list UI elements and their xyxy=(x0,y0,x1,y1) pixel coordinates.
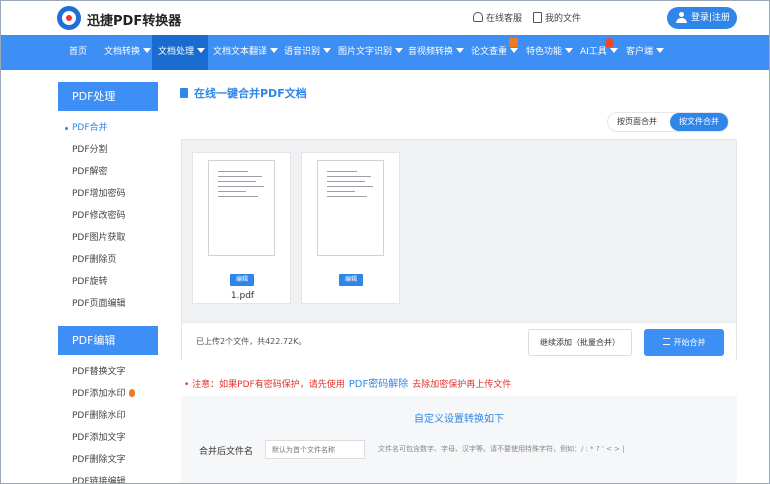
customer-service-label: 在线客服 xyxy=(486,14,523,24)
user-icon xyxy=(676,12,687,23)
login-register-label: 登录|注册 xyxy=(691,13,731,23)
nav-label: AI工具 xyxy=(580,47,607,57)
brand-name[interactable]: 迅捷PDF转换器 xyxy=(87,10,181,29)
nav-item-translate[interactable]: 文档文本翻译 xyxy=(208,35,279,70)
upload-action-bar: 已上传2个文件，共422.72K。 继续添加（批量合并） 开始合并 xyxy=(182,322,736,360)
sidebar-item-pdf-add-watermark[interactable]: PDF添加水印 xyxy=(58,383,158,405)
filename-input[interactable] xyxy=(265,440,365,459)
nav-item-doc-convert[interactable]: 文档转换 xyxy=(98,35,152,70)
nav-label: 论文查重 xyxy=(471,47,508,57)
customer-service-link[interactable]: 在线客服 xyxy=(473,11,522,24)
nav-item-features[interactable]: 特色功能 xyxy=(521,35,577,70)
settings-panel: 自定义设置转换如下 合并后文件名 文件名可包含数字、字母、汉字等。请不要使用特殊… xyxy=(181,396,737,483)
pdf-thumbnail xyxy=(317,160,384,256)
nav-label: 图片文字识别 xyxy=(338,47,393,57)
sidebar-item-pdf-add-text[interactable]: PDF添加文字 xyxy=(58,427,158,449)
pdf-decrypt-link[interactable]: PDF密码解除 xyxy=(349,379,408,390)
file-name: 1.pdf xyxy=(230,291,255,301)
sidebar-item-pdf-page-edit[interactable]: PDF页面编辑 xyxy=(58,293,158,315)
file-card[interactable]: 编辑 xyxy=(301,152,400,304)
notice-prefix: • 注意：如果PDF有密码保护，请先使用 xyxy=(184,380,345,390)
nav-label: 首页 xyxy=(69,47,88,57)
sidebar-item-pdf-delete-text[interactable]: PDF删除文字 xyxy=(58,449,158,471)
nav-item-speech[interactable]: 语音识别 xyxy=(278,35,333,70)
sidebar: PDF处理 PDF合并 PDF分割 PDF解密 PDF增加密码 PDF修改密码 … xyxy=(58,82,158,483)
password-notice: • 注意：如果PDF有密码保护，请先使用 PDF密码解除 去除加密保护再上传文件 xyxy=(184,375,511,390)
fire-icon xyxy=(128,389,135,397)
merge-by-page-option[interactable]: 按页面合并 xyxy=(617,113,665,131)
nav-label: 客户端 xyxy=(626,47,654,57)
upload-area[interactable]: 编辑 1.pdf 编辑 已上传2个文件，共422.72K。 继续添加（批量合并）… xyxy=(181,139,737,360)
sidebar-item-pdf-decrypt[interactable]: PDF解密 xyxy=(58,161,158,183)
chevron-down-icon xyxy=(456,48,465,53)
login-register-button[interactable]: 登录|注册 xyxy=(667,7,737,29)
document-icon xyxy=(180,88,188,98)
my-files-label: 我的文件 xyxy=(545,14,582,24)
main-nav: 首页 文档转换 文档处理 文档文本翻译 语音识别 图片文字识别 音视频转换 论文… xyxy=(1,35,769,70)
chevron-down-icon xyxy=(656,48,665,53)
nav-item-ai-tools[interactable]: AI工具 xyxy=(577,35,622,70)
nav-item-doc-process[interactable]: 文档处理 xyxy=(152,35,208,70)
sidebar-item-pdf-delete-pages[interactable]: PDF删除页 xyxy=(58,249,158,271)
sidebar-item-pdf-link-edit[interactable]: PDF链接编辑 xyxy=(58,471,158,483)
nav-label: 特色功能 xyxy=(526,47,563,57)
nav-label: 文档文本翻译 xyxy=(213,47,268,57)
settings-title: 自定义设置转换如下 xyxy=(414,414,504,425)
chevron-down-icon xyxy=(565,48,574,53)
sidebar-section-title: PDF编辑 xyxy=(58,326,158,355)
upload-status: 已上传2个文件，共422.72K。 xyxy=(196,337,307,346)
notice-suffix: 去除加密保护再上传文件 xyxy=(412,380,512,390)
pdf-thumbnail xyxy=(208,160,275,256)
sidebar-item-pdf-change-password[interactable]: PDF修改密码 xyxy=(58,205,158,227)
document-icon xyxy=(533,12,542,23)
sidebar-item-pdf-split[interactable]: PDF分割 xyxy=(58,139,158,161)
nav-item-ocr[interactable]: 图片文字识别 xyxy=(333,35,404,70)
sidebar-item-label: PDF添加水印 xyxy=(72,389,126,399)
nav-label: 文档转换 xyxy=(104,47,141,57)
page-title: 在线一键合并PDF文档 xyxy=(180,85,307,101)
chevron-down-icon xyxy=(510,48,519,53)
start-merge-label: 开始合并 xyxy=(673,338,706,347)
headset-icon xyxy=(473,12,483,22)
chevron-down-icon xyxy=(609,48,618,53)
sidebar-item-pdf-remove-watermark[interactable]: PDF删除水印 xyxy=(58,405,158,427)
merge-mode-toggle: 按页面合并 按文件合并 xyxy=(607,112,729,132)
sidebar-item-pdf-extract-images[interactable]: PDF图片获取 xyxy=(58,227,158,249)
nav-label: 语音识别 xyxy=(284,47,321,57)
edit-button[interactable]: 编辑 xyxy=(230,274,254,286)
file-card[interactable]: 编辑 1.pdf xyxy=(192,152,291,304)
my-files-link[interactable]: 我的文件 xyxy=(533,11,581,24)
nav-item-media[interactable]: 音视频转换 xyxy=(403,35,466,70)
continue-add-button[interactable]: 继续添加（批量合并） xyxy=(528,329,632,356)
swap-icon xyxy=(662,338,670,345)
chevron-down-icon xyxy=(395,48,404,53)
sidebar-item-pdf-replace-text[interactable]: PDF替换文字 xyxy=(58,361,158,383)
page-title-text: 在线一键合并PDF文档 xyxy=(194,87,307,100)
nav-item-client[interactable]: 客户端 xyxy=(622,35,672,70)
nav-label: 文档处理 xyxy=(158,47,195,57)
sidebar-section-title: PDF处理 xyxy=(58,82,158,111)
filename-label: 合并后文件名 xyxy=(199,447,254,457)
app-window: 迅捷PDF转换器 在线客服 我的文件 登录|注册 首页 文档转换 文档处理 文档… xyxy=(0,0,770,484)
merge-by-file-option[interactable]: 按文件合并 xyxy=(670,113,728,131)
top-header: 迅捷PDF转换器 在线客服 我的文件 登录|注册 xyxy=(1,1,769,35)
logo-icon[interactable] xyxy=(57,6,81,30)
chevron-down-icon xyxy=(323,48,332,53)
sidebar-item-pdf-add-password[interactable]: PDF增加密码 xyxy=(58,183,158,205)
new-badge-icon xyxy=(509,38,518,47)
chevron-down-icon xyxy=(197,48,206,53)
chevron-down-icon xyxy=(143,48,152,53)
edit-button[interactable]: 编辑 xyxy=(339,274,363,286)
hot-badge-icon xyxy=(605,38,614,48)
sidebar-item-pdf-rotate[interactable]: PDF旋转 xyxy=(58,271,158,293)
chevron-down-icon xyxy=(270,48,279,53)
sidebar-item-pdf-merge[interactable]: PDF合并 xyxy=(58,117,158,139)
start-merge-button[interactable]: 开始合并 xyxy=(644,329,724,356)
nav-item-home[interactable]: 首页 xyxy=(58,35,98,70)
filename-hint: 文件名可包含数字、字母、汉字等。请不要使用特殊字符，例如：/ : * ? ' <… xyxy=(378,445,625,453)
nav-label: 音视频转换 xyxy=(408,47,454,57)
